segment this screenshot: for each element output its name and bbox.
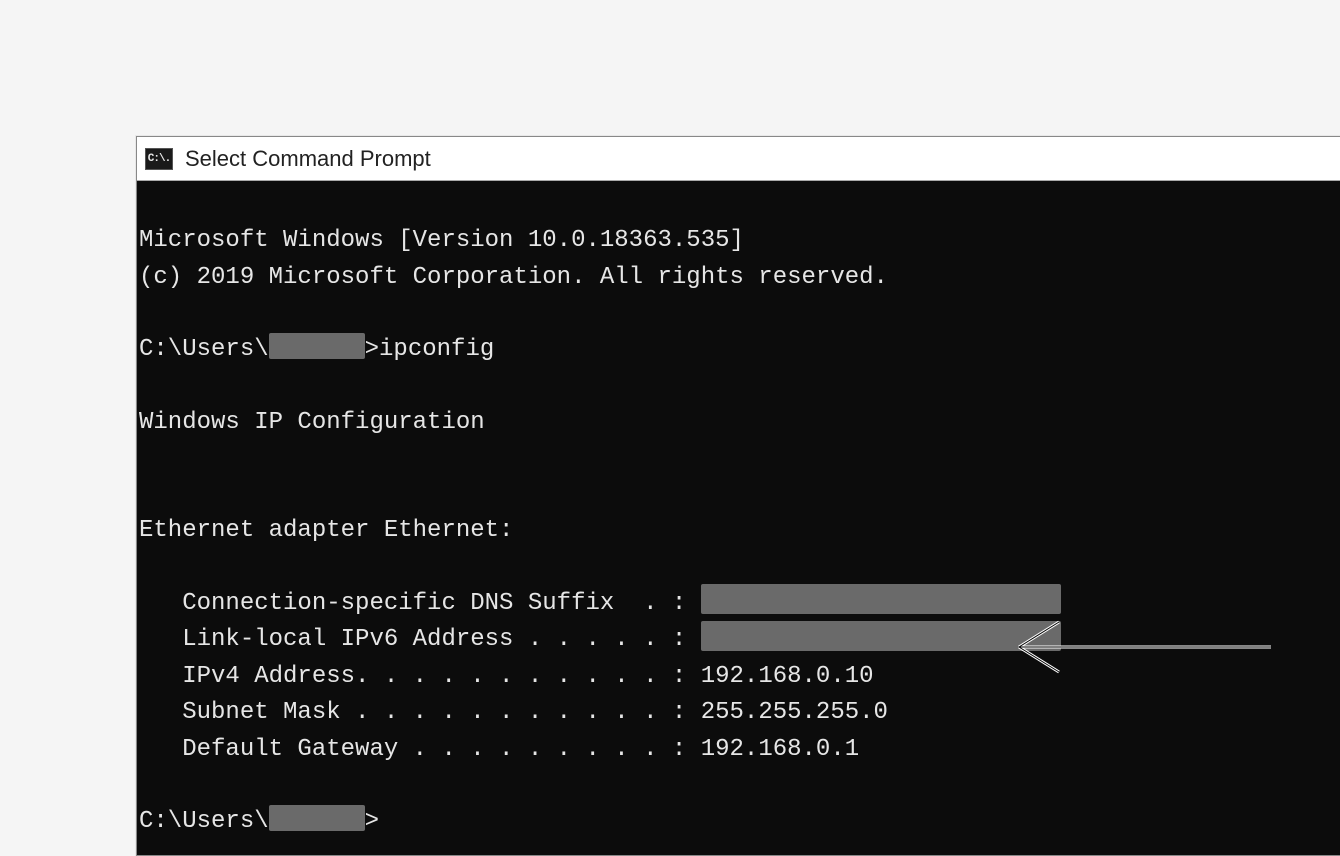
dns-suffix-label: Connection-specific DNS Suffix . :	[139, 590, 701, 617]
window-title: Select Command Prompt	[185, 146, 431, 172]
ipv6-row: Link-local IPv6 Address . . . . . :	[139, 622, 1340, 658]
ipv4-label: IPv4 Address. . . . . . . . . . . :	[139, 663, 701, 690]
dns-suffix-row: Connection-specific DNS Suffix . :	[139, 586, 1340, 622]
prompt-line-2: C:\Users\ >	[139, 804, 1340, 840]
blank-line	[139, 441, 1340, 477]
redacted-username	[269, 805, 365, 831]
prompt-line-1: C:\Users\ >ipconfig	[139, 332, 1340, 368]
gateway-row: Default Gateway . . . . . . . . . : 192.…	[139, 732, 1340, 768]
redacted-username	[269, 333, 365, 359]
copyright-line: (c) 2019 Microsoft Corporation. All righ…	[139, 260, 1340, 296]
blank-line	[139, 369, 1340, 405]
blank-line	[139, 768, 1340, 804]
subnet-row: Subnet Mask . . . . . . . . . . . : 255.…	[139, 695, 1340, 731]
redacted-dns-value	[701, 584, 1061, 614]
gateway-label: Default Gateway . . . . . . . . . :	[139, 736, 701, 763]
command-prompt-window: C:\. Select Command Prompt Microsoft Win…	[136, 136, 1340, 856]
subnet-value: 255.255.255.0	[701, 699, 888, 726]
cmd-icon: C:\.	[145, 148, 173, 170]
subnet-label: Subnet Mask . . . . . . . . . . . :	[139, 699, 701, 726]
blank-line	[139, 296, 1340, 332]
redacted-ipv6-value	[701, 621, 1061, 651]
ipconfig-header: Windows IP Configuration	[139, 405, 1340, 441]
prompt-suffix: >	[365, 336, 379, 363]
ipv4-value: 192.168.0.10	[701, 663, 874, 690]
adapter-header: Ethernet adapter Ethernet:	[139, 513, 1340, 549]
ipv4-row: IPv4 Address. . . . . . . . . . . : 192.…	[139, 659, 1340, 695]
gateway-value: 192.168.0.1	[701, 736, 859, 763]
prompt-prefix: C:\Users\	[139, 808, 269, 835]
blank-line	[139, 550, 1340, 586]
os-version-line: Microsoft Windows [Version 10.0.18363.53…	[139, 223, 1340, 259]
titlebar[interactable]: C:\. Select Command Prompt	[137, 137, 1340, 181]
prompt-suffix: >	[365, 808, 379, 835]
typed-command: ipconfig	[379, 336, 494, 363]
prompt-prefix: C:\Users\	[139, 336, 269, 363]
blank-line	[139, 477, 1340, 513]
terminal-area[interactable]: Microsoft Windows [Version 10.0.18363.53…	[137, 181, 1340, 855]
ipv6-label: Link-local IPv6 Address . . . . . :	[139, 626, 701, 653]
